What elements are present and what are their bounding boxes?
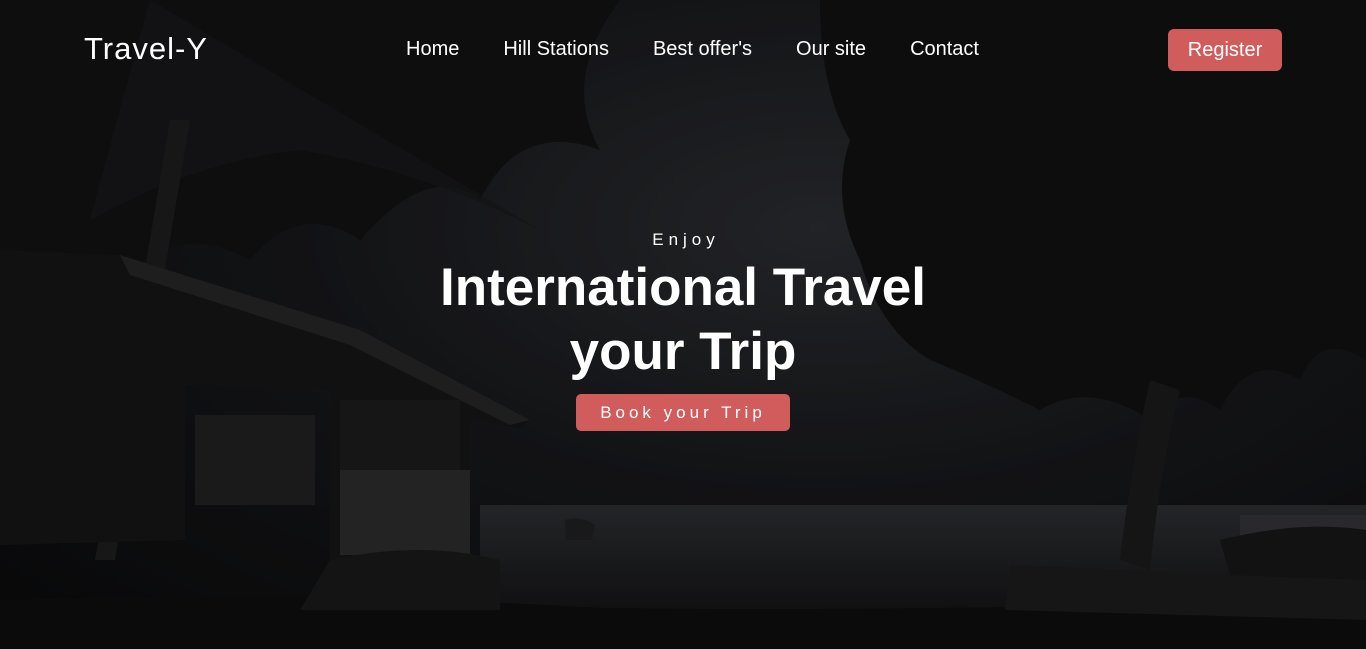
nav-item-best-offers[interactable]: Best offer's [653, 38, 752, 61]
nav-item-our-site[interactable]: Our site [796, 38, 866, 61]
hero-headline: International Travel your Trip [0, 256, 1366, 384]
hero-section: Travel-Y Home Hill Stations Best offer's… [0, 0, 1366, 649]
book-trip-button[interactable]: Book your Trip [576, 394, 790, 431]
hero-headline-line2: your Trip [569, 322, 797, 381]
hero-eyebrow: Enjoy [652, 230, 720, 249]
site-logo[interactable]: Travel-Y [84, 31, 208, 67]
nav-item-home[interactable]: Home [406, 38, 459, 61]
hero-headline-line1: International Travel [440, 258, 926, 317]
hero-text-block: Enjoy International Travel your Trip Boo… [0, 230, 1366, 431]
main-nav: Home Hill Stations Best offer's Our site… [406, 38, 979, 61]
nav-item-hill-stations[interactable]: Hill Stations [503, 38, 609, 61]
register-button[interactable]: Register [1168, 29, 1282, 71]
nav-item-contact[interactable]: Contact [910, 38, 979, 61]
